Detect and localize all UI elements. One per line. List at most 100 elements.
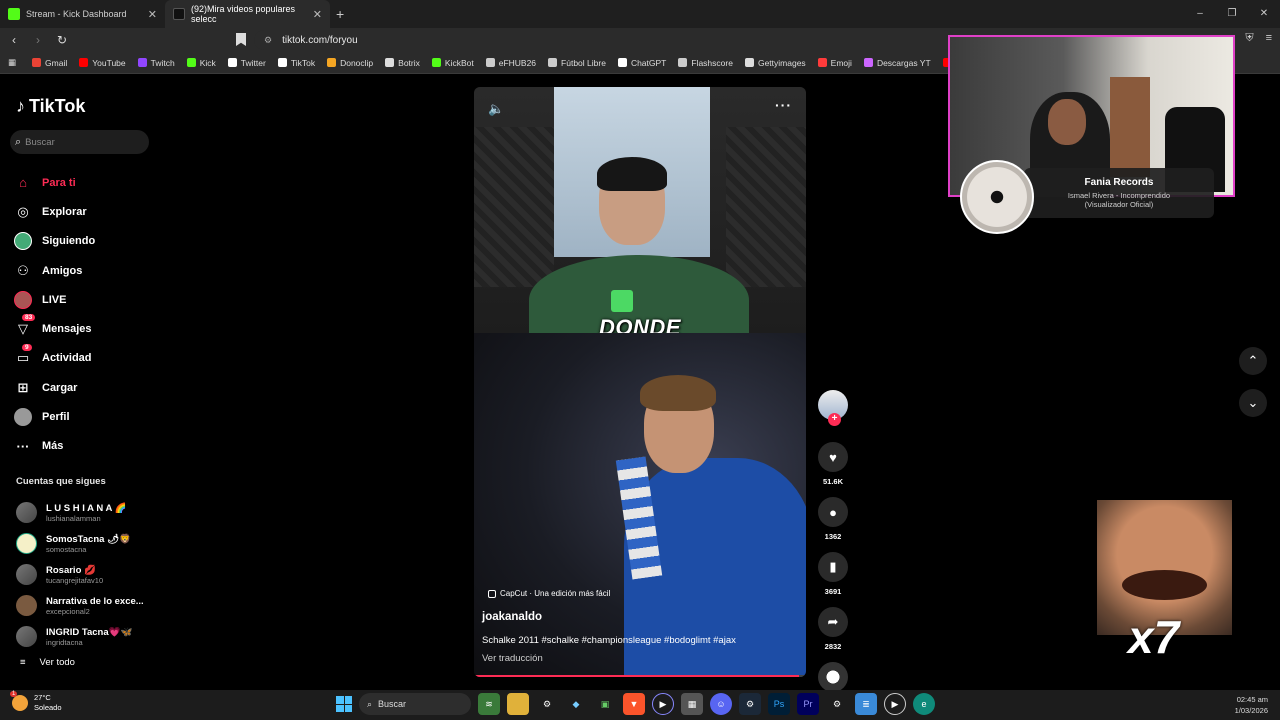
photoshop-icon[interactable]: Ps: [768, 693, 790, 715]
video-username[interactable]: joakanaldo: [482, 611, 542, 623]
video-top-frame: [474, 87, 806, 345]
bookmark-item[interactable]: KickBot: [431, 58, 474, 68]
bookmark-item[interactable]: TikTok: [277, 58, 315, 68]
taskbar-search[interactable]: ⌕ Buscar: [359, 693, 471, 715]
apps-grid-icon[interactable]: ▦: [8, 57, 16, 68]
nav-mas[interactable]: ··· Más: [14, 432, 95, 461]
more-options-icon[interactable]: ···: [775, 97, 792, 113]
nav-actividad[interactable]: ▭ 9 Actividad: [14, 343, 95, 373]
edge-icon[interactable]: e: [913, 693, 935, 715]
close-window-button[interactable]: ✕: [1248, 0, 1280, 28]
bookmark-item[interactable]: Gettyimages: [744, 58, 806, 68]
bookmark-favicon-icon: [678, 58, 688, 67]
previous-video-button[interactable]: ⌃: [1239, 347, 1267, 375]
close-tab-icon[interactable]: ✕: [148, 8, 157, 21]
sun-icon: 1: [10, 691, 28, 711]
list-item[interactable]: Narrativa de lo exce... excepcional2: [16, 590, 144, 621]
notepad-icon[interactable]: ≣: [855, 693, 877, 715]
comment-button[interactable]: ●: [818, 497, 848, 527]
site-settings-icon[interactable]: ⚙: [264, 35, 272, 46]
volume-icon[interactable]: 🔈: [488, 101, 504, 117]
capcut-link[interactable]: CapCut · Una edición más fácil: [488, 589, 610, 598]
maximize-button[interactable]: ❐: [1216, 0, 1248, 28]
bookmark-item[interactable]: Gmail: [32, 58, 67, 68]
app-icon[interactable]: ▣: [594, 693, 616, 715]
windows-start-icon[interactable]: [336, 696, 352, 712]
bookmark-item[interactable]: Twitch: [137, 58, 175, 68]
premiere-icon[interactable]: Pr: [797, 693, 819, 715]
save-button[interactable]: ▮: [818, 552, 848, 582]
play-app-icon[interactable]: ▶: [884, 693, 906, 715]
widgets-icon[interactable]: ≋: [478, 693, 500, 715]
share-button[interactable]: ➦: [818, 607, 848, 637]
music-disc-icon[interactable]: [818, 662, 848, 692]
nav-para-ti[interactable]: ⌂ Para ti: [14, 168, 95, 197]
tab-tiktok[interactable]: (92)Mira videos populares selecc ✕: [165, 0, 330, 28]
creator-avatar[interactable]: +: [818, 390, 848, 426]
calculator-icon[interactable]: ▦: [681, 693, 703, 715]
app-icon[interactable]: ◆: [565, 693, 587, 715]
back-arrow-icon[interactable]: ‹: [4, 33, 24, 47]
nav-mensajes[interactable]: ▽ 83 Mensajes: [14, 314, 95, 343]
nav-live[interactable]: LIVE: [14, 285, 95, 314]
tiktok-logo[interactable]: ♪ TikTok: [16, 96, 85, 117]
tiktok-favicon-icon: [173, 8, 185, 20]
bookmark-item[interactable]: Emoji: [817, 58, 852, 68]
bookmark-item[interactable]: Donoclip: [327, 58, 373, 68]
discord-icon[interactable]: ☺: [710, 693, 732, 715]
list-item[interactable]: L U S H I A N A 🌈 lushianalamman: [16, 497, 144, 528]
new-tab-button[interactable]: +: [336, 6, 344, 22]
steam-icon[interactable]: ⚙: [739, 693, 761, 715]
live-avatar-icon: [14, 290, 32, 309]
video-player[interactable]: DONDE 🔈 ··· CapCut · Una edición más fác…: [474, 87, 806, 677]
now-playing-widget: Fania Records Ismael Rivera - Incomprend…: [958, 160, 1216, 234]
weather-widget[interactable]: 1 27°C Soleado: [10, 691, 62, 713]
bookmark-item[interactable]: Fútbol Libre: [548, 58, 606, 68]
nav-explorar[interactable]: ◎ Explorar: [14, 197, 95, 226]
nav-perfil[interactable]: Perfil: [14, 402, 95, 431]
minimize-button[interactable]: –: [1184, 0, 1216, 28]
nav-amigos[interactable]: ⚇ Amigos: [14, 256, 95, 285]
gear-app-icon[interactable]: ⚙: [826, 693, 848, 715]
bookmark-favicon-icon: [385, 58, 395, 67]
bookmark-item[interactable]: Botrix: [385, 58, 420, 68]
media-player-icon[interactable]: ▶: [652, 693, 674, 715]
tab-kick-dashboard[interactable]: Stream - Kick Dashboard ✕: [0, 0, 165, 28]
nav-siguiendo[interactable]: Siguiendo: [14, 227, 95, 256]
nav-cargar[interactable]: ⊞ Cargar: [14, 373, 95, 402]
close-tab-icon[interactable]: ✕: [313, 8, 322, 21]
menu-icon[interactable]: ≡: [1266, 32, 1272, 45]
chevron-down-icon: ⌄: [1247, 395, 1259, 410]
url-input[interactable]: ⚙ tiktok.com/foryou: [254, 30, 954, 50]
bookmark-item[interactable]: Twitter: [227, 58, 266, 68]
list-item[interactable]: Rosario 💋 tucangrejitafav10: [16, 559, 144, 590]
settings-icon[interactable]: ⚙: [536, 693, 558, 715]
follow-plus-icon[interactable]: +: [828, 413, 841, 426]
translate-link[interactable]: Ver traducción: [482, 653, 543, 664]
video-progress-bar[interactable]: [474, 675, 806, 677]
bookmark-item[interactable]: Kick: [186, 58, 216, 68]
file-explorer-icon[interactable]: [507, 693, 529, 715]
bookmark-item[interactable]: YouTube: [79, 58, 126, 68]
like-button[interactable]: ♥: [818, 442, 848, 472]
see-all-button[interactable]: ≡ Ver todo: [20, 657, 75, 668]
bookmark-item[interactable]: ChatGPT: [617, 58, 666, 68]
bookmark-icon[interactable]: [236, 33, 246, 46]
reload-icon[interactable]: ↻: [52, 33, 72, 47]
search-input[interactable]: ⌕ Buscar: [10, 130, 149, 154]
bookmark-item[interactable]: eFHUB26: [485, 58, 536, 68]
next-video-button[interactable]: ⌄: [1239, 389, 1267, 417]
bookmark-item[interactable]: Flashscore: [678, 58, 733, 68]
list-item[interactable]: INGRID Tacna💗🦋 ingridtacna: [16, 621, 144, 652]
system-clock[interactable]: 02:45 am 1/03/2026: [1235, 694, 1268, 716]
profile-icon: [14, 408, 32, 427]
avatar: [16, 595, 37, 616]
brave-browser-icon[interactable]: ▼: [623, 693, 645, 715]
bookmark-favicon-icon: [744, 58, 754, 67]
shield-icon[interactable]: ⛨: [1245, 32, 1253, 45]
bookmark-item[interactable]: Descargas YT: [863, 58, 931, 68]
main-nav: ⌂ Para ti ◎ Explorar Siguiendo ⚇ Amigos LIV…: [14, 168, 95, 461]
forward-arrow-icon[interactable]: ›: [28, 33, 48, 47]
windows-taskbar: 1 27°C Soleado ⌕ Buscar ≋ ⚙ ◆ ▣ ▼ ▶ ▦ ☺ ⚙ …: [0, 690, 1280, 720]
list-item[interactable]: SomosTacna 🌶🦁 somostacna: [16, 528, 144, 559]
